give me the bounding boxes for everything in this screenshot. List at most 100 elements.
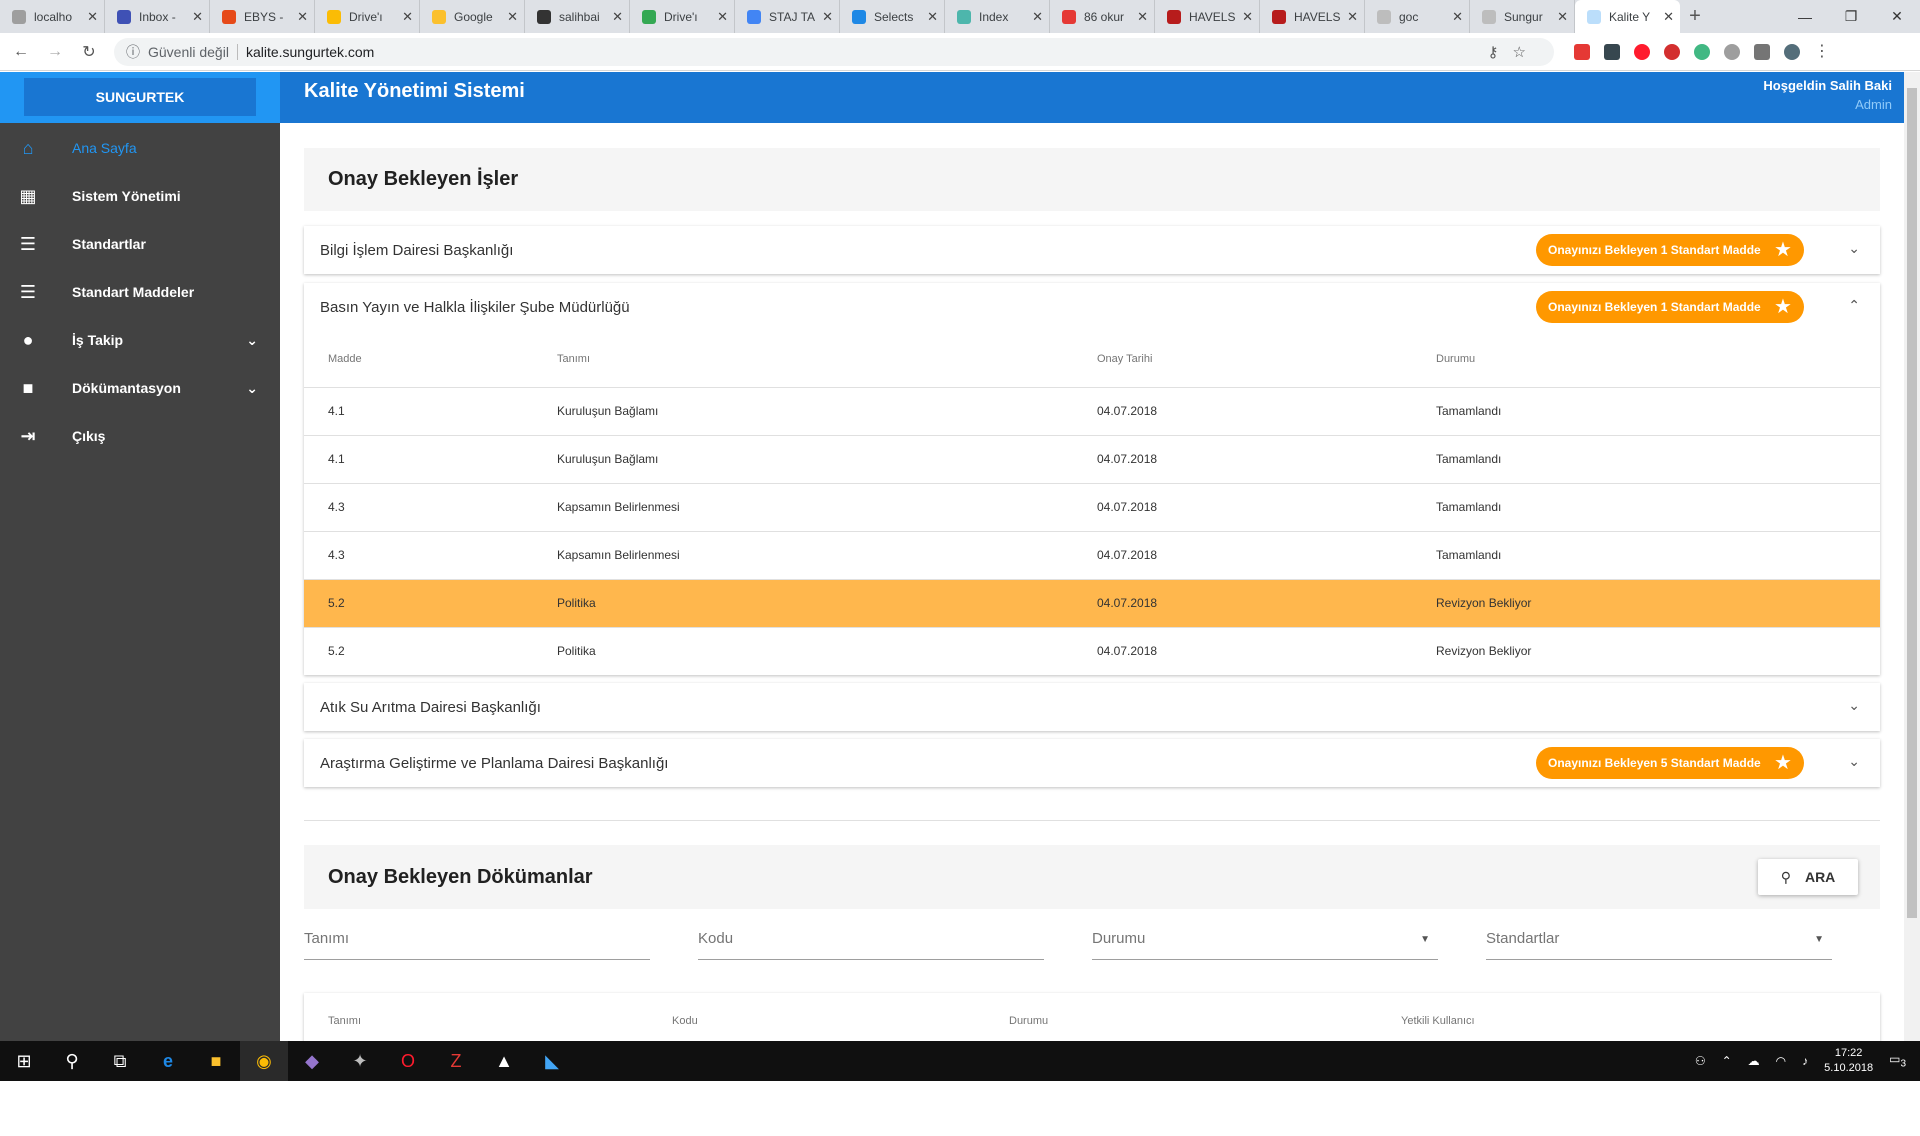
back-icon[interactable]: ← [8, 43, 34, 61]
wifi-icon[interactable]: ◠ [1776, 1054, 1786, 1068]
omnibox[interactable]: ⓘ Güvenli değil kalite.sungurtek.com ⚷☆ [114, 37, 1554, 66]
sidebar-item-standartlar[interactable]: ☰ Standartlar [0, 220, 280, 268]
windows-start-icon[interactable]: ⊞ [0, 1041, 48, 1081]
action-center-icon[interactable]: ▭3 [1889, 1052, 1906, 1069]
shield-icon[interactable] [1754, 43, 1770, 60]
filezilla-icon[interactable]: Z [432, 1041, 480, 1081]
table-row[interactable]: 5.2 Politika 04.07.2018 Revizyon Bekliyor [304, 626, 1880, 675]
column-header[interactable]: Kodu [672, 993, 1009, 1041]
profile-avatar-icon[interactable] [1784, 43, 1800, 60]
close-tab-icon[interactable]: ✕ [1347, 9, 1358, 25]
minimize-icon[interactable]: — [1782, 9, 1828, 25]
edge-icon[interactable]: e [144, 1041, 192, 1081]
chevron-down-icon[interactable]: ⌄ [1848, 240, 1860, 257]
pending-badge[interactable]: Onayınızı Bekleyen 1 Standart Madde ★ [1536, 291, 1804, 323]
expansion-panel-expanded[interactable]: Basın Yayın ve Halkla İlişkiler Şube Müd… [304, 283, 1880, 675]
column-header[interactable]: Onay Tarihi [1097, 331, 1436, 387]
new-tab-button[interactable]: + [1680, 0, 1710, 33]
search-button[interactable]: ⚲ ARA [1758, 859, 1858, 895]
browser-tab[interactable]: Sungur ✕ [1470, 0, 1575, 33]
table-row[interactable]: 4.1 Kuruluşun Bağlamı 04.07.2018 Tamamlandı [304, 386, 1880, 435]
browser-tab[interactable]: Inbox - ✕ [105, 0, 210, 33]
browser-tab[interactable]: STAJ TA ✕ [735, 0, 840, 33]
onedrive-icon[interactable]: ☁ [1748, 1054, 1760, 1068]
browser-tab[interactable]: Google ✕ [420, 0, 525, 33]
close-window-icon[interactable]: ✕ [1874, 8, 1920, 25]
pending-badge[interactable]: Onayınızı Bekleyen 1 Standart Madde ★ [1536, 234, 1804, 266]
chrome-icon[interactable]: ◉ [240, 1041, 288, 1081]
extension-icon[interactable] [1664, 43, 1680, 60]
table-row-selected[interactable]: 5.2 Politika 04.07.2018 Revizyon Bekliyor [304, 578, 1880, 627]
sidebar-item-sistem-yonetimi[interactable]: ▦ Sistem Yönetimi [0, 172, 280, 220]
extension-icon[interactable] [1574, 43, 1590, 60]
standards-filter-select[interactable]: Standartlar ▼ [1486, 924, 1832, 960]
close-tab-icon[interactable]: ✕ [1242, 9, 1253, 25]
vue-devtools-icon[interactable] [1694, 43, 1710, 60]
panel-header[interactable]: Atık Su Arıtma Dairesi Başkanlığı ⌄ [304, 683, 1880, 731]
page-scrollbar[interactable] [1904, 72, 1920, 1041]
chevron-down-icon[interactable]: ⌄ [1848, 753, 1860, 770]
table-row[interactable]: 4.3 Kapsamın Belirlenmesi 04.07.2018 Tamaml… [304, 530, 1880, 579]
close-tab-icon[interactable]: ✕ [1557, 9, 1568, 25]
panel-header[interactable]: Basın Yayın ve Halkla İlişkiler Şube Müd… [304, 283, 1880, 331]
task-view-icon[interactable]: ⧉ [96, 1041, 144, 1081]
brand-logo[interactable]: SUNGURTEK [24, 78, 256, 116]
menu-dots-icon[interactable]: ⋮ [1814, 43, 1830, 60]
browser-tab[interactable]: 86 okur ✕ [1050, 0, 1155, 33]
search-icon[interactable]: ⚲ [48, 1041, 96, 1081]
close-tab-icon[interactable]: ✕ [822, 9, 833, 25]
url-text[interactable]: kalite.sungurtek.com [246, 44, 374, 60]
link-icon[interactable] [1724, 43, 1740, 60]
scrollbar-thumb[interactable] [1907, 88, 1917, 918]
sidebar-item-is-takip[interactable]: ● İş Takip ⌄ [0, 316, 280, 364]
table-row[interactable]: 4.3 Kapsamın Belirlenmesi 04.07.2018 Tamaml… [304, 482, 1880, 531]
user-info[interactable]: Hoşgeldin Salih Baki Admin [1763, 78, 1892, 112]
photos-icon[interactable]: ▲ [480, 1041, 528, 1081]
browser-tab[interactable]: Drive'ı ✕ [630, 0, 735, 33]
browser-tab[interactable]: HAVELS ✕ [1155, 0, 1260, 33]
close-tab-icon[interactable]: ✕ [1137, 9, 1148, 25]
browser-tab[interactable]: goc ✕ [1365, 0, 1470, 33]
sidebar-item-ana-sayfa[interactable]: ⌂ Ana Sayfa [0, 124, 280, 172]
tray-chevron-up-icon[interactable]: ⌃ [1722, 1054, 1732, 1068]
table-row[interactable]: 4.1 Kuruluşun Bağlamı 04.07.2018 Tamamlandı [304, 434, 1880, 483]
opera-icon[interactable] [1634, 43, 1650, 60]
code-filter-input[interactable]: Kodu [698, 924, 1044, 960]
bookmark-star-icon[interactable]: ☆ [1513, 44, 1540, 61]
browser-tab[interactable]: HAVELS ✕ [1260, 0, 1365, 33]
name-filter-input[interactable]: Tanımı [304, 924, 650, 960]
column-header[interactable]: Durumu [1436, 331, 1880, 387]
column-header[interactable]: Yetkili Kullanıcı [1401, 993, 1880, 1041]
vscode-icon[interactable]: ◣ [528, 1041, 576, 1081]
close-tab-icon[interactable]: ✕ [1452, 9, 1463, 25]
close-tab-icon[interactable]: ✕ [612, 9, 623, 25]
chevron-down-icon[interactable]: ⌄ [1848, 697, 1860, 714]
pocket-icon[interactable] [1604, 43, 1620, 60]
close-tab-icon[interactable]: ✕ [192, 9, 203, 25]
expansion-panel[interactable]: Bilgi İşlem Dairesi Başkanlığı Onayınızı… [304, 226, 1880, 274]
browser-tab-active[interactable]: Kalite Y ✕ [1575, 0, 1680, 33]
sidebar-item-dokumantasyon[interactable]: ■ Dökümantasyon ⌄ [0, 364, 280, 412]
tools-icon[interactable]: ✦ [336, 1041, 384, 1081]
visual-studio-icon[interactable]: ◆ [288, 1041, 336, 1081]
browser-tab[interactable]: EBYS - ✕ [210, 0, 315, 33]
browser-tab[interactable]: salihbai ✕ [525, 0, 630, 33]
browser-tab[interactable]: localho ✕ [0, 0, 105, 33]
sidebar-item-standart-maddeler[interactable]: ☰ Standart Maddeler [0, 268, 280, 316]
status-filter-select[interactable]: Durumu ▼ [1092, 924, 1438, 960]
people-icon[interactable]: ⚇ [1695, 1054, 1706, 1068]
close-tab-icon[interactable]: ✕ [87, 9, 98, 25]
panel-header[interactable]: Bilgi İşlem Dairesi Başkanlığı Onayınızı… [304, 226, 1880, 274]
clock[interactable]: 17:22 5.10.2018 [1824, 1046, 1873, 1076]
panel-header[interactable]: Araştırma Geliştirme ve Planlama Dairesi… [304, 739, 1880, 787]
column-header[interactable]: Tanımı [557, 331, 1097, 387]
column-header[interactable]: Tanımı [304, 993, 672, 1041]
close-tab-icon[interactable]: ✕ [297, 9, 308, 25]
reload-icon[interactable]: ↻ [76, 42, 102, 62]
column-header[interactable]: Durumu [1009, 993, 1401, 1041]
expansion-panel[interactable]: Atık Su Arıtma Dairesi Başkanlığı ⌄ [304, 683, 1880, 731]
opera-icon[interactable]: O [384, 1041, 432, 1081]
forward-icon[interactable]: → [42, 43, 68, 61]
expansion-panel[interactable]: Araştırma Geliştirme ve Planlama Dairesi… [304, 739, 1880, 787]
key-icon[interactable]: ⚷ [1488, 44, 1513, 61]
